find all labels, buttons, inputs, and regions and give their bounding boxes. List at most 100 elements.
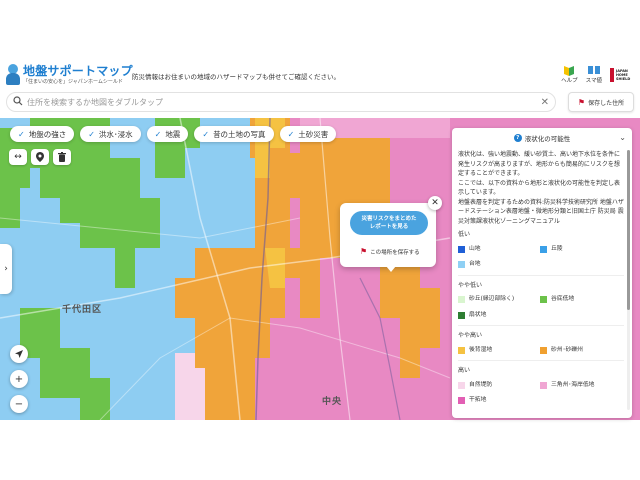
legend-swatch bbox=[458, 397, 465, 405]
legend-item-label: 台地 bbox=[469, 261, 481, 267]
legend-section: 低い山地 丘陵台地 bbox=[458, 230, 624, 270]
check-icon: ✓ bbox=[18, 129, 25, 139]
flag-icon: ⚑ bbox=[360, 247, 368, 256]
legend-item-label: 自然堤防 bbox=[469, 381, 493, 388]
legend-section: やや低い砂丘(縁辺部除く) 谷底低地扇状地 bbox=[458, 281, 624, 321]
report-line-1: 災害リスクをまとめた bbox=[361, 216, 417, 222]
legend-item-label: 山地 bbox=[469, 245, 481, 252]
legend-panel-header[interactable]: ? 液状化の可能性 bbox=[452, 128, 632, 148]
chip-label: 洪水･浸水 bbox=[98, 129, 133, 139]
address-search-input[interactable] bbox=[27, 94, 541, 110]
layer-chip-landslide[interactable]: ✓ 土砂災害 bbox=[279, 126, 337, 142]
measure-distance-icon[interactable]: ↔ bbox=[9, 149, 27, 165]
jhs-logo[interactable]: JAPAN HOME SHIELD bbox=[610, 64, 636, 86]
app-header: 地盤サポートマップ 「住まいの安心を」ジャパンホームシールド 防災情報はお住まい… bbox=[0, 60, 640, 92]
legend-section: 高い 自然堤防 三角州･海岸低地 干拓地 bbox=[458, 366, 624, 406]
legend-item: 山地 bbox=[458, 245, 540, 255]
legend-panel: ? 液状化の可能性 ⌄ 液状化は、強い地震動、緩い砂質土、高い地下水位を条件に発… bbox=[452, 128, 632, 418]
jhs-logo-text: JAPAN HOME SHIELD bbox=[615, 69, 631, 81]
legend-item-label: 扇状地 bbox=[469, 311, 487, 318]
legend-section-title: 低い bbox=[458, 231, 471, 238]
chip-label: 地震 bbox=[165, 129, 181, 139]
legend-swatch bbox=[458, 311, 465, 319]
legend-swatch bbox=[458, 261, 465, 269]
current-location-button[interactable] bbox=[10, 345, 28, 363]
check-icon: ✓ bbox=[202, 129, 210, 139]
legend-swatch bbox=[540, 245, 547, 253]
check-icon: ✓ bbox=[287, 129, 295, 139]
legend-description-2: ここでは、以下の資料から地形と液状化の可能性を判定し表示しています。 bbox=[458, 179, 621, 197]
legend-item: 谷底低地 bbox=[540, 295, 622, 305]
legend-item: 自然堤防 bbox=[458, 381, 540, 391]
zoom-in-button[interactable]: + bbox=[10, 370, 28, 388]
chevron-down-icon[interactable]: ⌄ bbox=[619, 133, 626, 142]
report-line-2: レポートを見る bbox=[369, 224, 409, 230]
minus-icon: − bbox=[14, 398, 24, 410]
zoom-out-button[interactable]: − bbox=[10, 395, 28, 413]
logo-subtitle: 「住まいの安心を」ジャパンホームシールド bbox=[23, 79, 123, 85]
clear-search-icon[interactable]: ✕ bbox=[541, 97, 549, 108]
chip-label: 昔の土地の写真 bbox=[213, 129, 266, 139]
legend-description-3: 地盤表層を判定するための資料:防災科学技術研究所 地盤ハザードステーション表層地… bbox=[458, 198, 624, 225]
sumachi-button[interactable]: スマ値 bbox=[586, 64, 602, 84]
legend-divider bbox=[458, 360, 624, 361]
legend-item: 三角州･海岸低地 bbox=[540, 381, 622, 391]
chevron-right-icon: › bbox=[4, 264, 8, 274]
legend-panel-title: 液状化の可能性 bbox=[524, 135, 571, 143]
legend-panel-body: 液状化は、強い地震動、緩い砂質土、高い地下水位を条件に発生リスクが高まりますが、… bbox=[458, 150, 624, 406]
beginner-leaf-icon bbox=[563, 64, 575, 76]
layer-chip-earthquake[interactable]: ✓ 地震 bbox=[146, 126, 189, 142]
app-logo[interactable]: 地盤サポートマップ 「住まいの安心を」ジャパンホームシールド bbox=[6, 64, 133, 86]
legend-description-1: 液状化は、強い地震動、緩い砂質土、高い地下水位を条件に発生リスクが高まりますが、… bbox=[458, 151, 621, 177]
trash-icon[interactable] bbox=[53, 149, 71, 165]
chip-label: 地盤の強さ bbox=[28, 129, 67, 139]
legend-item-label: 丘陵 bbox=[551, 245, 563, 252]
legend-item: 砂丘(縁辺部除く) bbox=[458, 295, 540, 305]
map-tools: ↔ bbox=[9, 149, 71, 165]
chip-label: 土砂災害 bbox=[298, 129, 329, 139]
legend-divider bbox=[458, 325, 624, 326]
help-button[interactable]: ヘルプ bbox=[561, 64, 578, 84]
layer-chip-ground-strength[interactable]: ✓ 地盤の強さ bbox=[10, 126, 75, 142]
legend-section-title: やや高い bbox=[458, 332, 483, 339]
legend-section: やや高い後背湿地 砂州･砂礫州 bbox=[458, 331, 624, 355]
legend-item-label: 谷底低地 bbox=[551, 296, 575, 302]
legend-item: 砂州･砂礫州 bbox=[540, 346, 622, 356]
popup-tail bbox=[386, 266, 396, 272]
info-icon: ? bbox=[513, 134, 522, 142]
legend-item: 台地 bbox=[458, 260, 540, 270]
location-popup: 災害リスクをまとめた レポートを見る ⚑ この場所を保存する bbox=[340, 203, 436, 267]
address-search-bar: ✕ bbox=[6, 92, 556, 112]
saved-places-button[interactable]: ⚑ 保存した住所 bbox=[568, 92, 634, 112]
book-icon bbox=[587, 64, 600, 76]
legend-divider bbox=[458, 274, 624, 276]
legend-swatch bbox=[540, 381, 547, 389]
check-icon: ✓ bbox=[88, 129, 95, 139]
legend-item-label: 砂州･砂礫州 bbox=[551, 346, 583, 353]
layer-chip-flood[interactable]: ✓ 洪水･浸水 bbox=[80, 126, 141, 142]
layer-chip-old-photo[interactable]: ✓ 昔の土地の写真 bbox=[194, 126, 274, 142]
save-location-button[interactable]: ⚑ この場所を保存する bbox=[360, 247, 420, 256]
sumachi-label: スマ値 bbox=[585, 78, 602, 84]
legend-item: 丘陵 bbox=[540, 245, 622, 255]
legend-item-label: 砂丘(縁辺部除く) bbox=[469, 296, 515, 302]
view-report-button[interactable]: 災害リスクをまとめた レポートを見る bbox=[350, 211, 428, 235]
map-label-chiyoda: 千代田区 bbox=[62, 305, 103, 315]
legend-item: 後背湿地 bbox=[458, 346, 540, 356]
legend-item: 干拓地 bbox=[458, 396, 540, 406]
legend-swatch bbox=[540, 296, 547, 304]
legend-item-label: 干拓地 bbox=[469, 397, 487, 403]
legend-swatch bbox=[540, 346, 547, 354]
location-pin-icon[interactable] bbox=[31, 149, 49, 165]
legend-swatch bbox=[458, 296, 465, 304]
popup-close-icon[interactable]: ✕ bbox=[428, 196, 442, 210]
save-location-label: この場所を保存する bbox=[370, 249, 420, 256]
map-label-chuo: 中央 bbox=[322, 397, 343, 407]
flag-icon: ⚑ bbox=[577, 97, 586, 107]
legend-section-title: やや低い bbox=[458, 281, 483, 289]
logo-mascot-icon bbox=[6, 64, 20, 86]
legend-item: 扇状地 bbox=[458, 311, 540, 321]
legend-scrollbar[interactable] bbox=[627, 150, 630, 410]
layer-chips: ✓ 地盤の強さ ✓ 洪水･浸水 ✓ 地震 ✓ 昔の土地の写真 ✓ 土砂災害 bbox=[10, 126, 337, 142]
open-side-menu-button[interactable]: › bbox=[0, 244, 12, 294]
